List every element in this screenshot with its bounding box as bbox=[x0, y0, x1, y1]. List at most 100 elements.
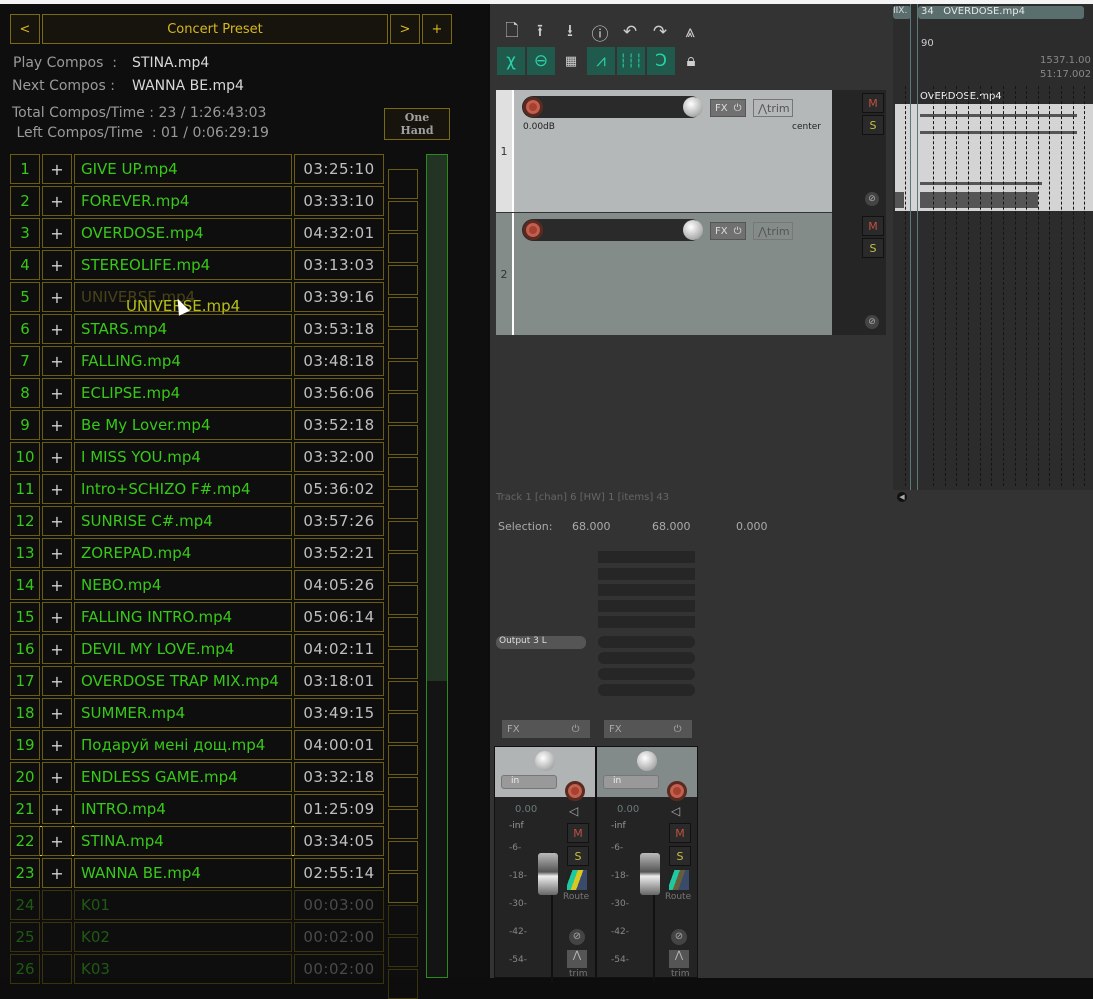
row-add-button[interactable]: + bbox=[42, 858, 72, 888]
mute-button[interactable]: M bbox=[862, 216, 884, 236]
row-add-button[interactable]: + bbox=[42, 730, 72, 760]
track-1[interactable]: 1 FX ⏻ ⋀ trim 0.00dB center bbox=[496, 90, 832, 212]
playlist-scrollbar[interactable] bbox=[426, 154, 448, 978]
trim-envelope-icon[interactable]: ⋀ bbox=[669, 950, 689, 968]
row-add-button[interactable]: + bbox=[42, 218, 72, 248]
link-icon[interactable]: ⊖ bbox=[527, 47, 555, 75]
lock-icon[interactable]: 🔒︎ bbox=[677, 47, 705, 75]
input-select[interactable]: in bbox=[501, 775, 557, 789]
side-slot[interactable] bbox=[388, 233, 418, 263]
prev-preset-button[interactable]: < bbox=[10, 14, 40, 44]
row-add-button[interactable]: + bbox=[42, 154, 72, 184]
record-arm-icon[interactable] bbox=[667, 781, 687, 801]
phase-invert-icon[interactable]: ⊘ bbox=[865, 192, 879, 206]
speaker-icon[interactable]: ◁ bbox=[569, 804, 578, 818]
side-slot[interactable] bbox=[388, 329, 418, 359]
side-slot[interactable] bbox=[388, 617, 418, 647]
side-slot[interactable] bbox=[388, 425, 418, 455]
row-add-button[interactable]: + bbox=[42, 474, 72, 504]
receive-slot[interactable] bbox=[598, 636, 695, 648]
receive-slot[interactable] bbox=[598, 684, 695, 696]
phase-invert-icon[interactable]: ⊘ bbox=[865, 315, 879, 329]
mixer-fx-button[interactable]: FX ⏻ bbox=[604, 720, 692, 738]
side-slot[interactable] bbox=[388, 585, 418, 615]
solo-button[interactable]: S bbox=[669, 846, 691, 866]
pan-knob[interactable] bbox=[683, 220, 703, 240]
row-add-button[interactable] bbox=[42, 922, 72, 952]
one-hand-button[interactable]: One Hand bbox=[384, 108, 450, 140]
selection-start[interactable]: 68.000 bbox=[572, 520, 611, 533]
row-add-button[interactable]: + bbox=[42, 602, 72, 632]
send-slot[interactable] bbox=[598, 616, 695, 628]
send-slot[interactable] bbox=[598, 600, 695, 612]
solo-button[interactable]: S bbox=[862, 238, 884, 258]
trim-envelope-icon[interactable]: ⋀ bbox=[567, 950, 587, 968]
row-add-button[interactable]: + bbox=[42, 346, 72, 376]
row-add-button[interactable]: + bbox=[42, 314, 72, 344]
scrollbar-thumb[interactable] bbox=[427, 155, 447, 682]
solo-button[interactable]: S bbox=[862, 115, 884, 135]
receive-slot[interactable] bbox=[598, 668, 695, 680]
mute-button[interactable]: M bbox=[669, 823, 691, 843]
pan-knob[interactable] bbox=[535, 751, 555, 771]
side-slot[interactable] bbox=[388, 937, 418, 967]
record-arm-icon[interactable] bbox=[523, 97, 543, 117]
volume-fader-handle[interactable] bbox=[538, 853, 558, 895]
new-project-icon[interactable]: 🗋 bbox=[498, 18, 526, 46]
side-slot[interactable] bbox=[388, 777, 418, 807]
fx-button[interactable]: FX ⏻ bbox=[710, 99, 746, 117]
mute-button[interactable]: M bbox=[567, 823, 589, 843]
selection-end[interactable]: 68.000 bbox=[652, 520, 691, 533]
pan-knob[interactable] bbox=[683, 97, 703, 117]
upload-icon[interactable]: ⭱ bbox=[526, 18, 554, 46]
region-prev[interactable]: IIX. bbox=[893, 6, 911, 19]
side-slot[interactable] bbox=[388, 201, 418, 231]
side-slot[interactable] bbox=[388, 873, 418, 903]
side-slot[interactable] bbox=[388, 521, 418, 551]
route-icon[interactable] bbox=[567, 870, 587, 890]
side-slot[interactable] bbox=[388, 393, 418, 423]
row-add-button[interactable] bbox=[42, 954, 72, 984]
side-slot[interactable] bbox=[388, 809, 418, 839]
side-slot[interactable] bbox=[388, 361, 418, 391]
row-add-button[interactable]: + bbox=[42, 698, 72, 728]
undo-icon[interactable]: ↶ bbox=[616, 18, 644, 46]
info-icon[interactable]: ⓘ bbox=[586, 18, 614, 46]
side-slot[interactable] bbox=[388, 169, 418, 199]
row-add-button[interactable]: + bbox=[42, 186, 72, 216]
row-add-button[interactable]: + bbox=[42, 826, 72, 856]
side-slot[interactable] bbox=[388, 457, 418, 487]
marker-90[interactable]: 90 bbox=[921, 38, 934, 49]
volume-slider[interactable] bbox=[522, 219, 702, 241]
speaker-icon[interactable]: ◁ bbox=[671, 804, 680, 818]
row-add-button[interactable] bbox=[42, 890, 72, 920]
send-slot[interactable] bbox=[598, 584, 695, 596]
snap-grid-icon[interactable]: ┆┆┆ bbox=[617, 47, 645, 75]
metronome-icon[interactable]: ⩓ bbox=[676, 18, 704, 46]
side-slot[interactable] bbox=[388, 553, 418, 583]
add-preset-button[interactable]: + bbox=[422, 14, 452, 44]
row-add-button[interactable]: + bbox=[42, 634, 72, 664]
media-item-overdose[interactable] bbox=[895, 104, 1093, 211]
selection-length[interactable]: 0.000 bbox=[736, 520, 768, 533]
redo-icon[interactable]: ↷ bbox=[646, 18, 674, 46]
input-select[interactable]: in bbox=[603, 775, 659, 789]
row-add-button[interactable]: + bbox=[42, 378, 72, 408]
row-add-button[interactable]: + bbox=[42, 794, 72, 824]
row-add-button[interactable]: + bbox=[42, 282, 72, 312]
pan-knob[interactable] bbox=[637, 751, 657, 771]
row-add-button[interactable]: + bbox=[42, 410, 72, 440]
row-add-button[interactable]: + bbox=[42, 506, 72, 536]
preset-title-button[interactable]: Concert Preset bbox=[42, 14, 388, 44]
row-add-button[interactable]: + bbox=[42, 538, 72, 568]
record-arm-icon[interactable] bbox=[523, 220, 543, 240]
region-overdose[interactable]: 34 OVERDOSE.mp4 bbox=[918, 6, 1084, 19]
phase-invert-icon[interactable]: ⊘ bbox=[569, 929, 585, 945]
send-slot[interactable] bbox=[598, 568, 695, 580]
row-add-button[interactable]: + bbox=[42, 442, 72, 472]
output-send[interactable]: Output 3 L bbox=[496, 636, 586, 649]
loop-icon[interactable]: Ↄ bbox=[647, 47, 675, 75]
row-add-button[interactable]: + bbox=[42, 666, 72, 696]
side-slot[interactable] bbox=[388, 265, 418, 295]
side-slot[interactable] bbox=[388, 905, 418, 935]
